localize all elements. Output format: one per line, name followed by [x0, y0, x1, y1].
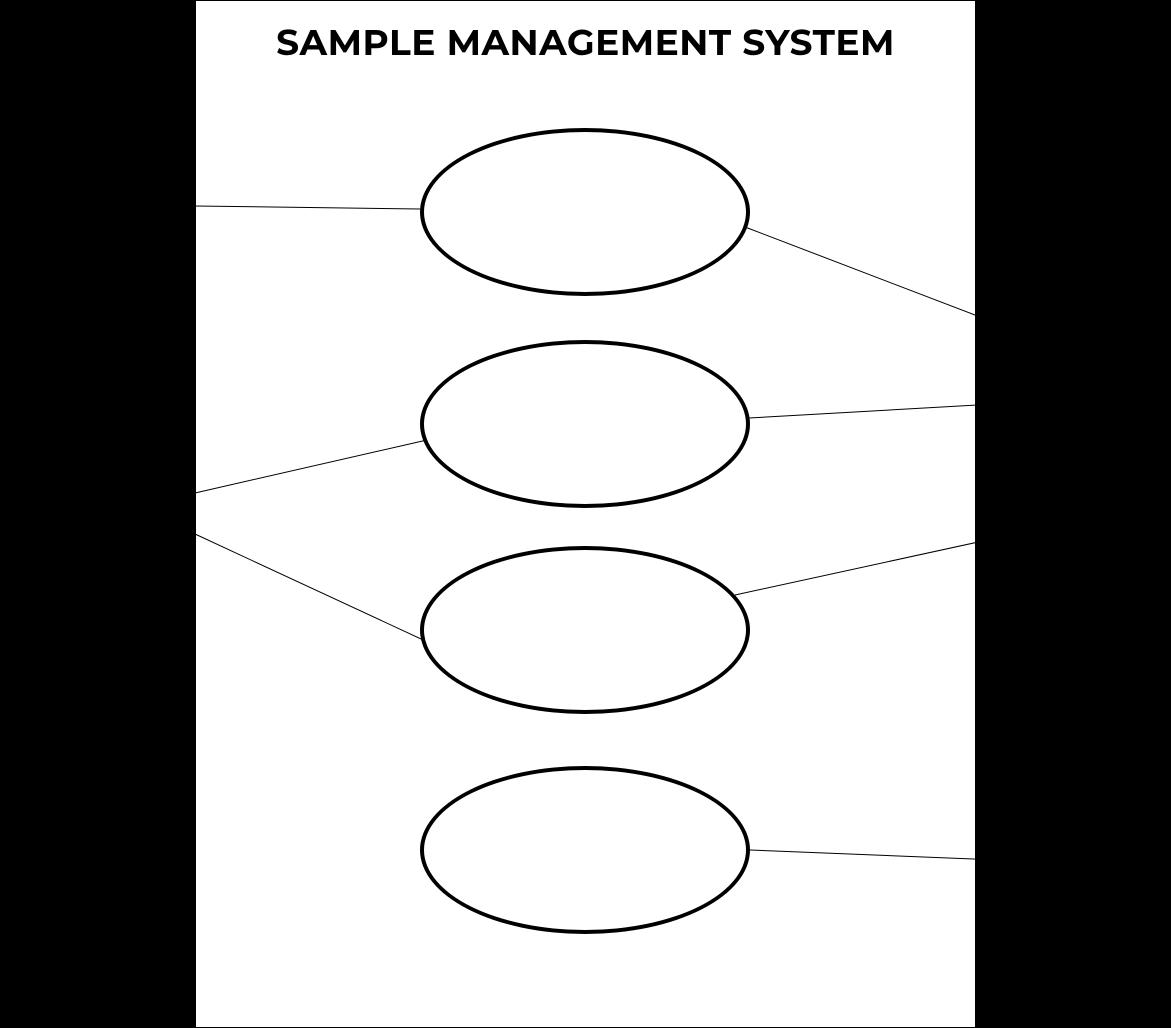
use-case-ellipse-1	[420, 128, 750, 296]
use-case-ellipse-4	[420, 766, 750, 934]
use-case-ellipse-3	[420, 546, 750, 714]
use-case-ellipse-2	[420, 340, 750, 508]
diagram-title: SAMPLE MANAGEMENT SYSTEM	[196, 21, 975, 65]
